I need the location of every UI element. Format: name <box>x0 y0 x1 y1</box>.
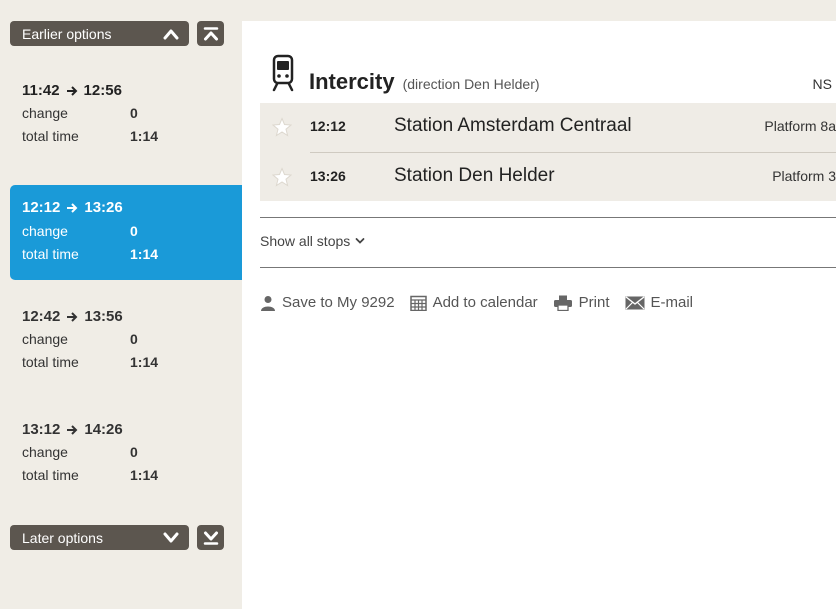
total-time-value: 1:14 <box>130 354 159 370</box>
service-direction: (direction Den Helder) <box>402 76 540 92</box>
option-times: 11:42 12:56 <box>22 82 122 99</box>
option-total-row: total time 1:14 <box>22 246 158 262</box>
total-time-value: 1:14 <box>130 128 159 144</box>
option-change-row: change 0 <box>22 444 138 460</box>
stop-time: 13:26 <box>310 168 346 184</box>
print-label: Print <box>578 294 610 311</box>
earlier-options-bar: Earlier options <box>10 21 224 46</box>
arrow-right-icon <box>66 85 78 97</box>
change-value: 0 <box>130 444 138 460</box>
chevron-down-icon <box>161 528 181 548</box>
stop-row: 13:26 Station Den Helder Platform 3 <box>260 153 836 201</box>
change-label: change <box>22 223 68 239</box>
divider <box>260 267 836 268</box>
star-icon[interactable] <box>271 117 293 142</box>
chevron-up-icon <box>161 24 181 44</box>
earlier-options-label: Earlier options <box>22 25 112 42</box>
service-name: Intercity <box>309 69 395 94</box>
arrow-right-icon <box>66 202 78 214</box>
email-button[interactable]: E-mail <box>625 294 694 311</box>
total-time-value: 1:14 <box>130 467 159 483</box>
change-value: 0 <box>130 223 138 239</box>
option-arrive-time: 13:26 <box>84 199 123 216</box>
option-total-row: total time 1:14 <box>22 128 158 144</box>
stop-row: 12:12 Station Amsterdam Centraal Platfor… <box>260 103 836 151</box>
journey-details: Intercity (direction Den Helder) NS 12:1… <box>242 21 836 609</box>
save-button[interactable]: Save to My 9292 <box>260 294 395 311</box>
service-title: Intercity (direction Den Helder) <box>309 69 540 95</box>
change-value: 0 <box>130 105 138 121</box>
calendar-label: Add to calendar <box>432 294 538 311</box>
show-all-stops-link[interactable]: Show all stops <box>260 233 365 249</box>
total-time-label: total time <box>22 246 79 262</box>
option-times: 12:42 13:56 <box>22 308 123 325</box>
journey-option-4[interactable]: 13:12 14:26 change 0 total time 1:14 <box>10 411 242 507</box>
save-label: Save to My 9292 <box>282 294 395 311</box>
option-change-row: change 0 <box>22 223 138 239</box>
option-times: 12:12 13:26 <box>22 199 123 216</box>
total-time-label: total time <box>22 128 79 144</box>
skip-to-last-icon <box>203 530 219 546</box>
stop-station: Station Den Helder <box>394 165 555 186</box>
option-total-row: total time 1:14 <box>22 354 158 370</box>
user-icon <box>260 295 282 311</box>
later-options-button[interactable]: Later options <box>10 525 189 550</box>
print-button[interactable]: Print <box>553 294 610 311</box>
earlier-options-button[interactable]: Earlier options <box>10 21 189 46</box>
option-change-row: change 0 <box>22 105 138 121</box>
arrow-right-icon <box>66 311 78 323</box>
change-label: change <box>22 331 68 347</box>
show-all-stops-label: Show all stops <box>260 233 351 249</box>
stop-station: Station Amsterdam Centraal <box>394 115 632 136</box>
option-depart-time: 12:12 <box>22 199 61 216</box>
stop-platform: Platform 8a <box>764 118 836 134</box>
change-label: change <box>22 444 68 460</box>
first-option-button[interactable] <box>197 21 224 46</box>
option-arrive-time: 13:56 <box>84 308 123 325</box>
journey-option-2[interactable]: 12:12 13:26 change 0 total time 1:14 <box>10 185 243 280</box>
option-depart-time: 11:42 <box>22 82 60 99</box>
stops-box: 12:12 Station Amsterdam Centraal Platfor… <box>260 103 836 201</box>
operator-name: NS <box>812 76 832 92</box>
total-time-label: total time <box>22 467 79 483</box>
option-change-row: change 0 <box>22 331 138 347</box>
journey-planner: Earlier options 11:42 12:56 change 0 tot… <box>0 0 836 609</box>
printer-icon <box>553 295 579 311</box>
train-icon <box>272 54 294 97</box>
add-to-calendar-button[interactable]: Add to calendar <box>409 294 538 311</box>
journey-option-1[interactable]: 11:42 12:56 change 0 total time 1:14 <box>10 72 242 168</box>
options-sidebar: Earlier options 11:42 12:56 change 0 tot… <box>0 0 255 609</box>
option-depart-time: 12:42 <box>22 308 61 325</box>
stop-platform: Platform 3 <box>772 168 836 184</box>
change-label: change <box>22 105 68 121</box>
option-times: 13:12 14:26 <box>22 421 123 438</box>
option-arrive-time: 12:56 <box>83 82 122 99</box>
divider <box>260 217 836 218</box>
stop-time: 12:12 <box>310 118 346 134</box>
last-option-button[interactable] <box>197 525 224 550</box>
journey-option-3[interactable]: 12:42 13:56 change 0 total time 1:14 <box>10 298 242 394</box>
actions-bar: Save to My 9292 Add to calendar Print E-… <box>260 294 708 311</box>
skip-to-first-icon <box>203 26 219 42</box>
change-value: 0 <box>130 331 138 347</box>
star-icon[interactable] <box>271 167 293 192</box>
later-options-label: Later options <box>22 529 103 546</box>
option-arrive-time: 14:26 <box>84 421 123 438</box>
email-label: E-mail <box>650 294 694 311</box>
total-time-label: total time <box>22 354 79 370</box>
arrow-right-icon <box>66 424 78 436</box>
chevron-down-icon <box>355 237 365 245</box>
option-total-row: total time 1:14 <box>22 467 158 483</box>
mail-icon <box>625 295 651 310</box>
later-options-bar: Later options <box>10 525 224 550</box>
calendar-icon <box>409 295 433 311</box>
total-time-value: 1:14 <box>130 246 159 262</box>
option-depart-time: 13:12 <box>22 421 61 438</box>
